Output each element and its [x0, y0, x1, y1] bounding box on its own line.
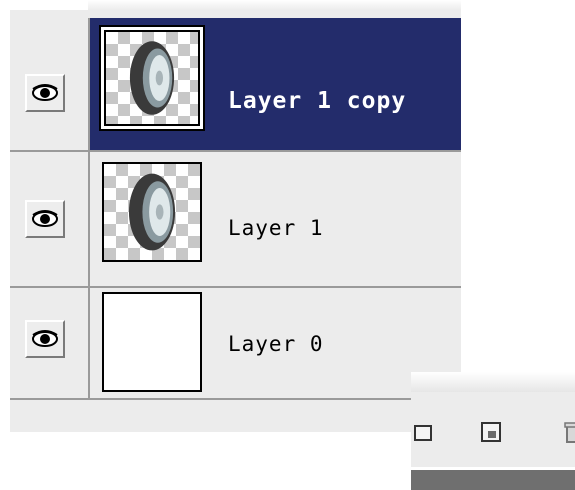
- eye-icon[interactable]: [25, 200, 65, 238]
- layer-content[interactable]: Layer 1 copy: [90, 18, 461, 150]
- layer-name[interactable]: Layer 1 copy: [228, 88, 406, 114]
- visibility-cell: [10, 288, 90, 398]
- layer-row-layer-0[interactable]: Layer 0: [10, 288, 461, 400]
- layer-content[interactable]: Layer 1: [90, 152, 461, 286]
- layer-row-layer-1[interactable]: Layer 1: [10, 152, 461, 288]
- layers-panel: Layer 1 copy Layer 1 Layer 0: [10, 10, 461, 430]
- toolbar-bottom-bar: [411, 470, 575, 490]
- visibility-cell: [10, 18, 90, 150]
- layer-name[interactable]: Layer 0: [228, 332, 324, 356]
- layer-name[interactable]: Layer 1: [228, 216, 324, 240]
- toolbar-top-edge: [411, 372, 575, 392]
- layers-toolbar: [411, 372, 575, 490]
- visibility-cell: [10, 152, 90, 286]
- new-layer-icon[interactable]: [479, 420, 503, 444]
- wheel-image: [128, 173, 176, 251]
- wheel-image: [129, 41, 175, 115]
- eye-icon[interactable]: [25, 74, 65, 112]
- layer-row-layer-1-copy[interactable]: Layer 1 copy: [10, 18, 461, 152]
- panel-bottom-strip: [10, 400, 411, 432]
- layer-thumbnail: [102, 292, 202, 392]
- layer-content[interactable]: Layer 0: [90, 288, 461, 398]
- new-group-icon[interactable]: [413, 420, 437, 444]
- eye-icon[interactable]: [25, 320, 65, 358]
- layer-thumbnail: [102, 162, 202, 262]
- panel-top-edge: [0, 0, 461, 10]
- trash-icon[interactable]: [561, 420, 575, 444]
- layer-thumbnail: [104, 30, 200, 126]
